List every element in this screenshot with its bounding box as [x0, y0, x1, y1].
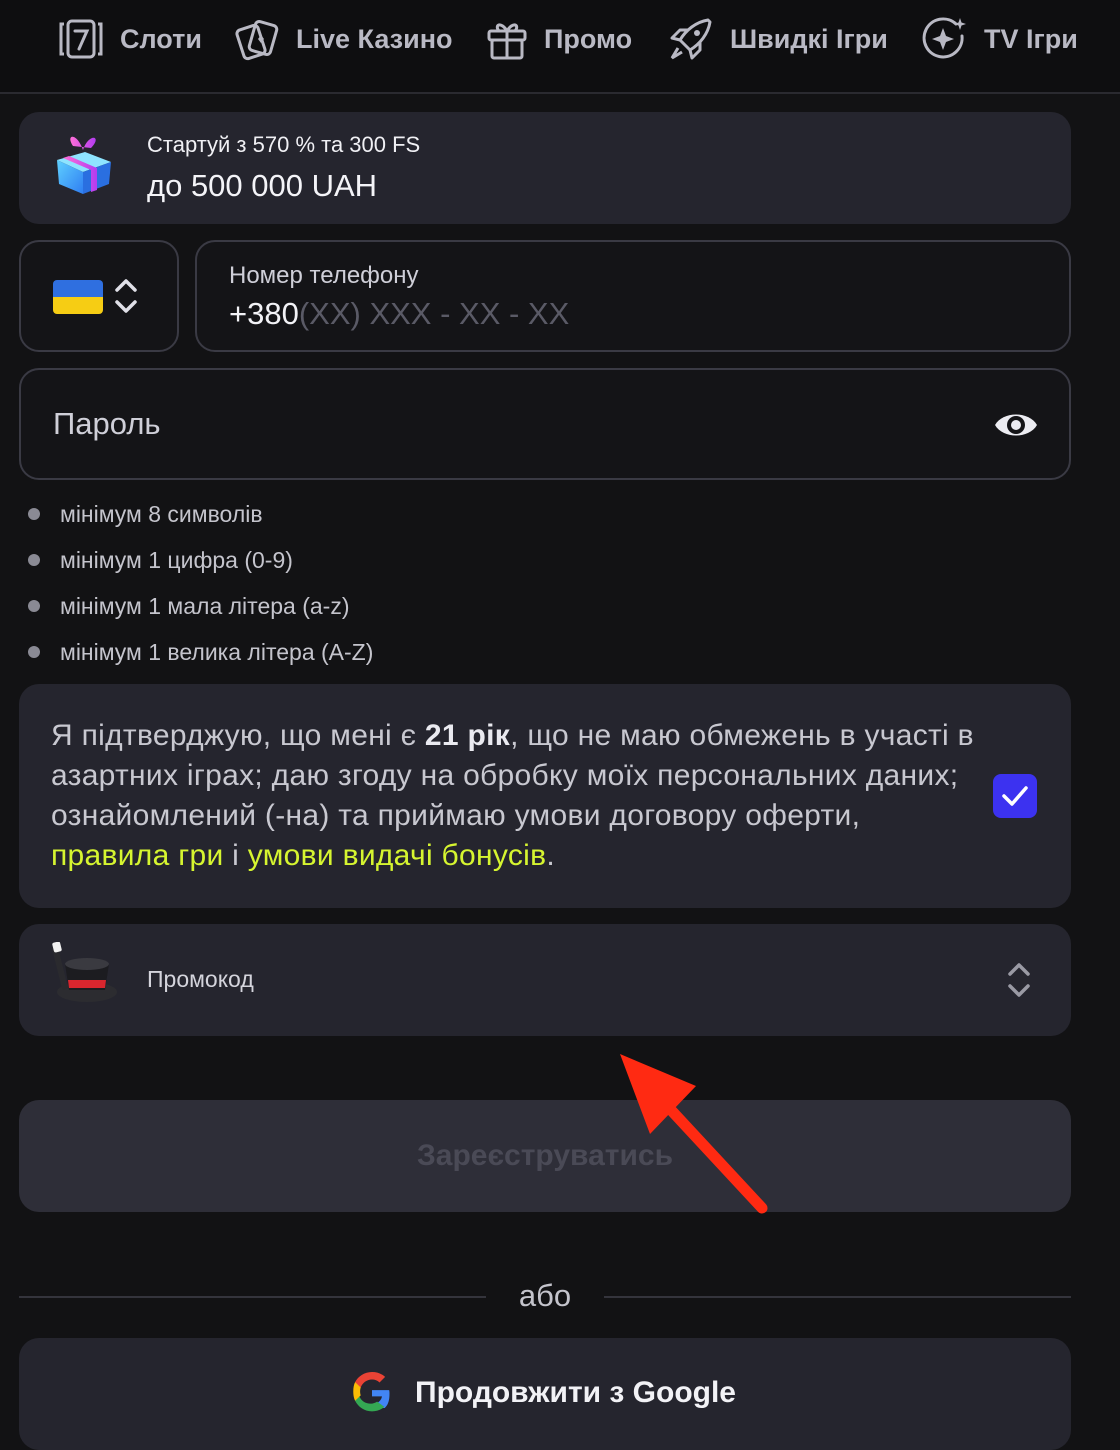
rule-text: мінімум 1 цифра (0-9): [60, 546, 293, 573]
phone-input[interactable]: +380(XX) XXX - XX - XX: [229, 296, 569, 332]
annotation-arrow-icon: [620, 1054, 768, 1214]
game-rules-link[interactable]: правила гри: [51, 839, 224, 872]
password-placeholder: Пароль: [53, 406, 161, 441]
consent-card: Я підтверджую, що мені є 21 рік, що не м…: [19, 684, 1071, 908]
google-icon: [353, 1372, 390, 1412]
phone-prefix: +380: [229, 296, 299, 331]
promo-code-label: Промокод: [147, 966, 254, 992]
bonus-terms-link[interactable]: умови видачі бонусів: [248, 839, 547, 872]
list-item: мінімум 1 велика літера (A-Z): [28, 634, 373, 670]
slot-machine-icon: [59, 19, 103, 59]
consent-checkbox[interactable]: [993, 774, 1037, 818]
list-item: мінімум 8 символів: [28, 496, 263, 532]
divider-line: [604, 1296, 1071, 1298]
promo-code-select[interactable]: Промокод: [19, 924, 1071, 1036]
nav-label: Швидкі Ігри: [730, 23, 888, 54]
google-button-label: Продовжити з Google: [415, 1376, 736, 1409]
bonus-banner: Стартуй з 570 % та 300 FS до 500 000 UAH: [19, 112, 1071, 224]
ukraine-flag: [53, 280, 103, 314]
magic-hat-icon: [52, 942, 117, 1002]
rule-text: мінімум 1 мала літера (a-z): [60, 592, 350, 619]
nav-item-tv-games[interactable]: TV Ігри: [922, 14, 1078, 64]
nav-item-fast-games[interactable]: Швидкі Ігри: [668, 14, 888, 64]
checkmark-icon: [1002, 786, 1028, 806]
bullet: [28, 600, 40, 612]
rule-text: мінімум 1 велика літера (A-Z): [60, 638, 374, 665]
nav-item-slots[interactable]: Слоти: [58, 14, 202, 64]
divider-line: [19, 1296, 486, 1298]
gift-icon: [487, 23, 527, 60]
google-button-content: Продовжити з Google: [351, 1372, 736, 1414]
rocket-icon: [670, 18, 712, 60]
bullet: [28, 508, 40, 520]
chevron-up-down-icon: [1008, 963, 1030, 997]
phone-mask: (XX) XXX - XX - XX: [298, 296, 570, 331]
register-button[interactable]: Зареєструватись: [19, 1100, 1071, 1212]
consent-text-part: Я підтверджую, що мені є: [51, 719, 425, 752]
password-field[interactable]: Пароль: [19, 368, 1071, 480]
chevron-up-down-icon: [115, 279, 137, 313]
bullet: [28, 646, 40, 658]
divider-label: або: [518, 1278, 572, 1313]
nav-label: Промо: [544, 23, 633, 54]
rule-text: мінімум 8 символів: [60, 500, 263, 527]
list-item: мінімум 1 мала літера (a-z): [28, 588, 349, 624]
sparkle-icon: [922, 17, 966, 59]
cards-icon: [235, 19, 279, 61]
bonus-title: Стартуй з 570 % та 300 FS: [147, 132, 421, 157]
bullet: [28, 554, 40, 566]
top-navigation: Слоти Live Казино Промо Швидкі Ігри TV І…: [0, 0, 1120, 94]
bonus-amount: до 500 000 UAH: [147, 168, 378, 203]
consent-text: Я підтверджую, що мені є 21 рік, що не м…: [51, 716, 981, 876]
eye-icon[interactable]: [993, 404, 1039, 446]
nav-item-promo[interactable]: Промо: [486, 14, 632, 64]
nav-item-live-casino[interactable]: Live Казино: [234, 14, 453, 64]
country-code-select[interactable]: [19, 240, 179, 352]
nav-label: Live Казино: [296, 23, 453, 54]
nav-label: TV Ігри: [984, 23, 1078, 54]
google-login-button[interactable]: Продовжити з Google: [19, 1338, 1071, 1450]
consent-age: 21 рік: [424, 719, 511, 752]
phone-number-field[interactable]: Номер телефону +380(XX) XXX - XX - XX: [195, 240, 1071, 352]
list-item: мінімум 1 цифра (0-9): [28, 542, 293, 578]
consent-text-part: .: [546, 839, 555, 872]
consent-text-part: і: [223, 839, 248, 872]
phone-label: Номер телефону: [229, 262, 419, 289]
gift-box-icon: [57, 136, 111, 194]
nav-label: Слоти: [120, 23, 202, 54]
